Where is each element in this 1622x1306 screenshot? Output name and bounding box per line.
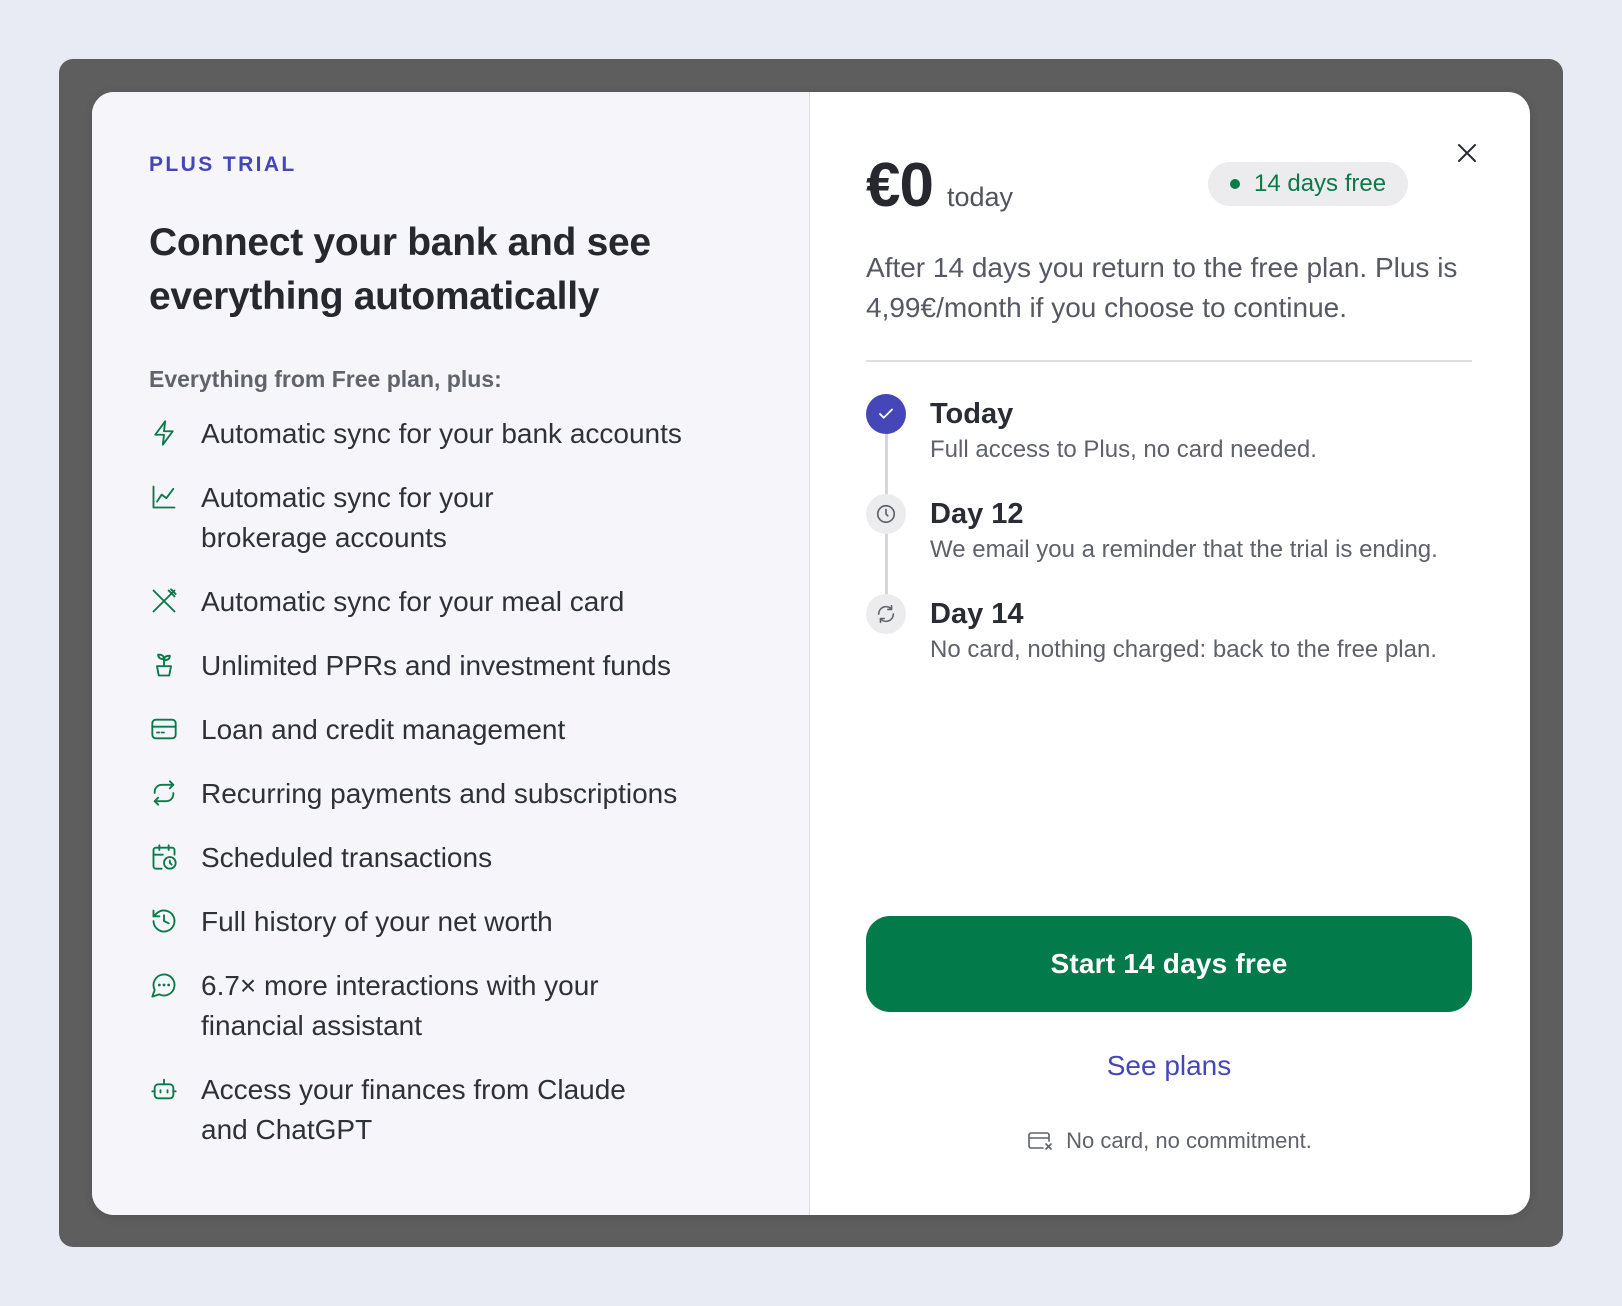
lightning-icon (149, 418, 179, 448)
feature-item: Scheduled transactions (149, 838, 769, 878)
see-plans-link[interactable]: See plans (866, 1050, 1472, 1082)
feature-label: Scheduled transactions (201, 842, 493, 873)
step-description: We email you a reminder that the trial i… (930, 536, 1438, 563)
credit-card-icon (149, 714, 179, 744)
eyebrow-label: PLUS TRIAL (149, 153, 297, 176)
modal-headline: Connect your bank and see everything aut… (149, 221, 651, 318)
feature-item: Automatic sync for your bank accounts (149, 414, 769, 454)
feature-item: Recurring payments and subscriptions (149, 774, 769, 814)
price-row: €0 today (866, 150, 1013, 221)
history-icon (149, 906, 179, 936)
step-description: No card, nothing charged: back to the fr… (930, 636, 1437, 663)
feature-label: Automatic sync for your meal card (201, 586, 625, 617)
features-panel: PLUS TRIAL Connect your bank and see eve… (92, 92, 810, 1215)
clock-icon (866, 494, 906, 534)
feature-item: Full history of your net worth (149, 902, 769, 942)
trial-badge: 14 days free (1208, 162, 1409, 206)
trial-timeline: Today Full access to Plus, no card neede… (866, 392, 1486, 692)
close-icon (1458, 144, 1476, 162)
start-trial-button[interactable]: Start 14 days free (866, 916, 1472, 1012)
timeline-step-day-12: Day 12 We email you a reminder that the … (866, 492, 1486, 592)
feature-label: Automatic sync for your brokerage accoun… (201, 482, 494, 553)
trial-description: After 14 days you return to the free pla… (866, 252, 1458, 323)
feature-label: Automatic sync for your bank accounts (201, 418, 682, 449)
feature-item: Automatic sync for your brokerage accoun… (149, 478, 769, 558)
step-title: Today (930, 398, 1014, 430)
trial-modal: PLUS TRIAL Connect your bank and see eve… (92, 92, 1530, 1215)
status-dot-icon (1230, 179, 1240, 189)
feature-item: Automatic sync for your meal card (149, 582, 769, 622)
step-title: Day 14 (930, 598, 1024, 630)
feature-label: Recurring payments and subscriptions (201, 778, 678, 809)
no-commitment-label: No card, no commitment. (1066, 1128, 1312, 1153)
card-off-icon (1028, 1132, 1052, 1150)
plant-pot-icon (149, 650, 179, 680)
check-icon (866, 394, 906, 434)
feature-label: Full history of your net worth (201, 906, 553, 937)
feature-label: Access your finances from Claude and Cha… (201, 1074, 626, 1145)
feature-list: Automatic sync for your bank accounts Au… (149, 414, 769, 1174)
utensils-icon (149, 586, 179, 616)
chat-bubble-icon (149, 970, 179, 1000)
step-description: Full access to Plus, no card needed. (930, 436, 1317, 463)
feature-item: 6.7× more interactions with your financi… (149, 966, 769, 1046)
features-subhead: Everything from Free plan, plus: (149, 366, 502, 392)
feature-item: Loan and credit management (149, 710, 769, 750)
refresh-icon (866, 594, 906, 634)
bot-icon (149, 1074, 179, 1104)
timeline-step-today: Today Full access to Plus, no card neede… (866, 392, 1486, 492)
feature-label: Unlimited PPRs and investment funds (201, 650, 671, 681)
calendar-clock-icon (149, 842, 179, 872)
no-commitment-note: No card, no commitment. (866, 1128, 1472, 1154)
trial-badge-label: 14 days free (1254, 170, 1387, 197)
pricing-panel: €0 today 14 days free After 14 days you … (810, 92, 1530, 1215)
step-title: Day 12 (930, 498, 1024, 530)
timeline-step-day-14: Day 14 No card, nothing charged: back to… (866, 592, 1486, 692)
feature-item: Unlimited PPRs and investment funds (149, 646, 769, 686)
feature-label: Loan and credit management (201, 714, 566, 745)
price-amount: €0 (866, 151, 934, 220)
divider (866, 360, 1472, 362)
close-button[interactable] (1450, 136, 1484, 170)
price-suffix: today (946, 182, 1014, 212)
feature-item: Access your finances from Claude and Cha… (149, 1070, 769, 1150)
repeat-icon (149, 778, 179, 808)
feature-label: 6.7× more interactions with your financi… (201, 970, 599, 1041)
line-chart-icon (149, 482, 179, 512)
